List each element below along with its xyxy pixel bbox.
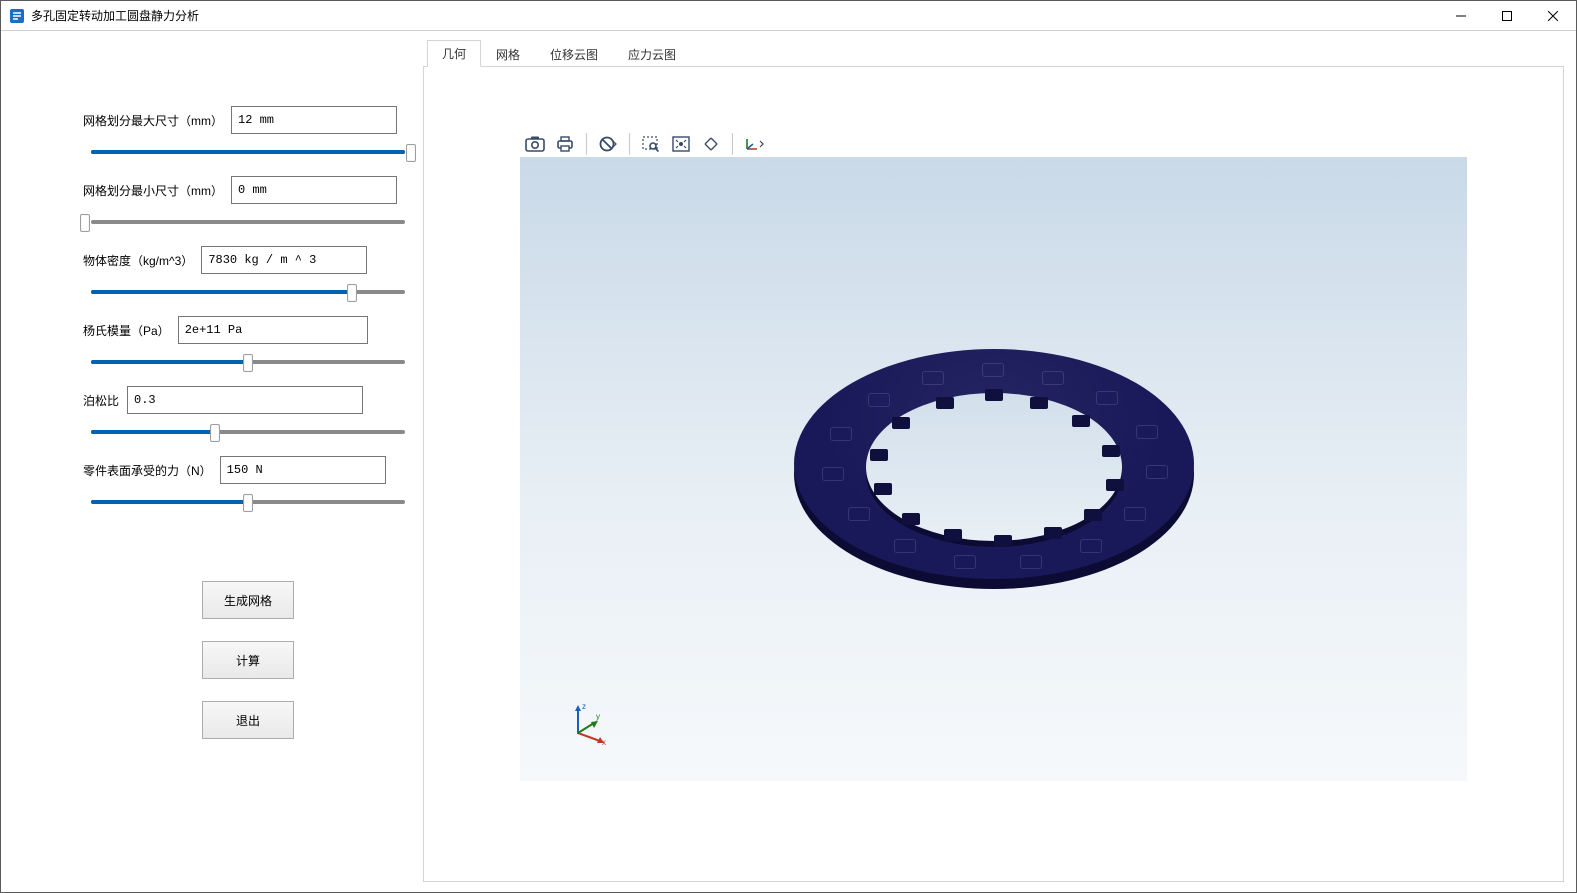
mesh-max-slider[interactable] bbox=[85, 142, 411, 162]
triad-z-label: z bbox=[582, 702, 586, 711]
poisson-slider[interactable] bbox=[85, 422, 411, 442]
app-window: 多孔固定转动加工圆盘静力分析 网格划分最大尺寸（mm） bbox=[0, 0, 1577, 893]
force-input[interactable] bbox=[220, 456, 386, 484]
toolbar-separator bbox=[586, 133, 587, 155]
triad-y-label: y bbox=[596, 712, 600, 721]
mesh-max-input[interactable] bbox=[231, 106, 397, 134]
generate-mesh-button[interactable]: 生成网格 bbox=[202, 581, 294, 619]
mesh-max-label: 网格划分最大尺寸（mm） bbox=[83, 112, 223, 129]
tab-geometry[interactable]: 几何 bbox=[427, 40, 481, 67]
viewer-toolbar bbox=[520, 131, 769, 157]
disc-model bbox=[794, 349, 1194, 589]
param-density: 物体密度（kg/m^3） bbox=[83, 246, 413, 302]
window-minimize-button[interactable] bbox=[1438, 1, 1484, 31]
app-icon bbox=[9, 8, 25, 24]
cancel-selection-icon[interactable] bbox=[593, 131, 623, 157]
fit-view-icon[interactable] bbox=[666, 131, 696, 157]
param-youngs: 杨氏模量（Pa） bbox=[83, 316, 413, 372]
window-close-button[interactable] bbox=[1530, 1, 1576, 31]
action-buttons: 生成网格 计算 退出 bbox=[83, 581, 413, 739]
param-mesh-min: 网格划分最小尺寸（mm） bbox=[83, 176, 413, 232]
youngs-input[interactable] bbox=[178, 316, 368, 344]
disc-slot-outlines bbox=[794, 349, 1194, 589]
mesh-min-label: 网格划分最小尺寸（mm） bbox=[83, 182, 223, 199]
density-slider[interactable] bbox=[85, 282, 411, 302]
mesh-min-input[interactable] bbox=[231, 176, 397, 204]
viewer-panel: 几何 网格 位移云图 应力云图 bbox=[423, 41, 1564, 882]
poisson-label: 泊松比 bbox=[83, 392, 119, 409]
mesh-min-slider[interactable] bbox=[85, 212, 411, 232]
viewer-content: z y x bbox=[423, 67, 1564, 882]
exit-button[interactable]: 退出 bbox=[202, 701, 294, 739]
compute-button[interactable]: 计算 bbox=[202, 641, 294, 679]
density-label: 物体密度（kg/m^3） bbox=[83, 252, 193, 269]
axes-toggle-icon[interactable] bbox=[739, 131, 769, 157]
viewer-tabs: 几何 网格 位移云图 应力云图 bbox=[423, 41, 1564, 67]
model-viewport[interactable]: z y x bbox=[520, 157, 1467, 781]
tab-displacement-contour[interactable]: 位移云图 bbox=[535, 41, 613, 67]
window-maximize-button[interactable] bbox=[1484, 1, 1530, 31]
axis-triad: z y x bbox=[564, 699, 612, 747]
window-title: 多孔固定转动加工圆盘静力分析 bbox=[31, 7, 199, 24]
tab-mesh[interactable]: 网格 bbox=[481, 41, 535, 67]
toolbar-separator bbox=[732, 133, 733, 155]
print-icon[interactable] bbox=[550, 131, 580, 157]
force-slider[interactable] bbox=[85, 492, 411, 512]
param-poisson: 泊松比 bbox=[83, 386, 413, 442]
youngs-label: 杨氏模量（Pa） bbox=[83, 322, 170, 339]
tab-stress-contour[interactable]: 应力云图 bbox=[613, 41, 691, 67]
poisson-input[interactable] bbox=[127, 386, 363, 414]
param-force: 零件表面承受的力（N） bbox=[83, 456, 413, 512]
reset-camera-icon[interactable] bbox=[696, 131, 726, 157]
screenshot-icon[interactable] bbox=[520, 131, 550, 157]
parameters-panel: 网格划分最大尺寸（mm） 网格划分最小尺寸（mm） bbox=[13, 41, 413, 882]
force-label: 零件表面承受的力（N） bbox=[83, 462, 212, 479]
toolbar-separator bbox=[629, 133, 630, 155]
param-mesh-max: 网格划分最大尺寸（mm） bbox=[83, 106, 413, 162]
titlebar: 多孔固定转动加工圆盘静力分析 bbox=[1, 1, 1576, 31]
density-input[interactable] bbox=[201, 246, 367, 274]
client-area: 网格划分最大尺寸（mm） 网格划分最小尺寸（mm） bbox=[1, 31, 1576, 892]
youngs-slider[interactable] bbox=[85, 352, 411, 372]
zoom-window-icon[interactable] bbox=[636, 131, 666, 157]
triad-x-label: x bbox=[602, 738, 606, 747]
